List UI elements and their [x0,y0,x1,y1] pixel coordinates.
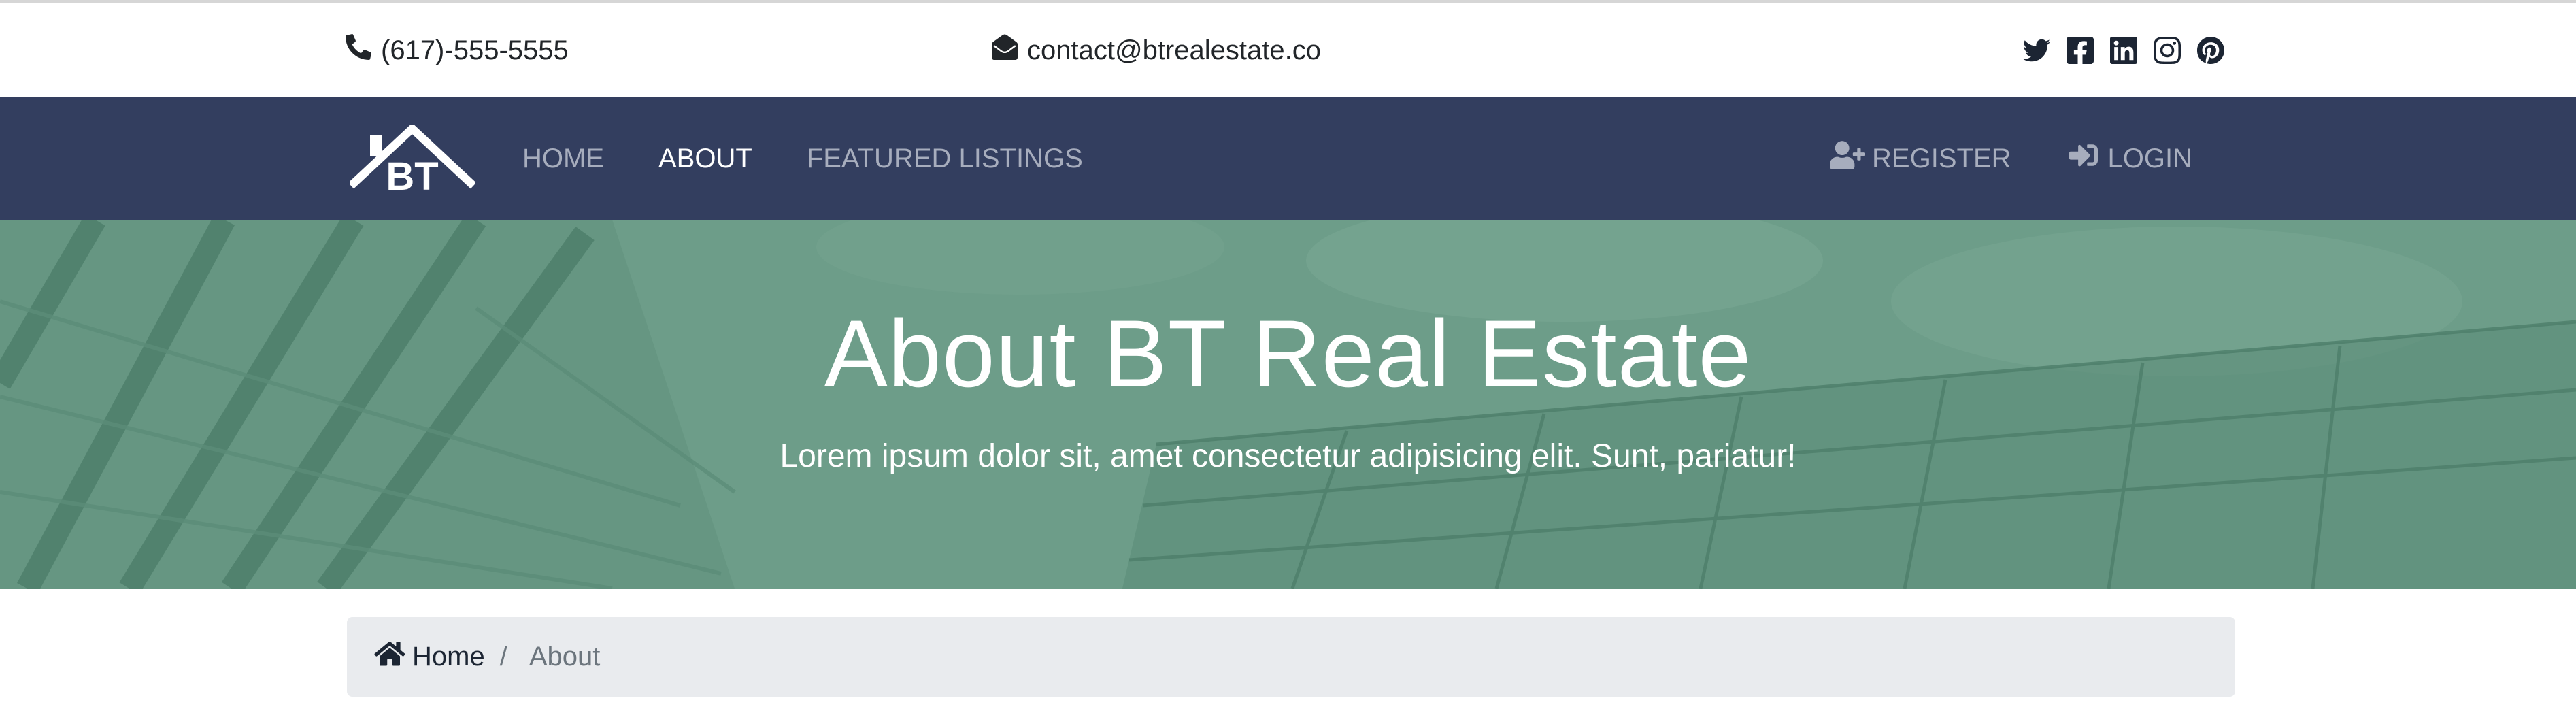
breadcrumb-home-label: Home [412,642,485,672]
login-link[interactable]: LOGIN [2066,141,2192,176]
user-plus-icon [1830,141,1872,176]
breadcrumb-home-link[interactable]: Home [374,640,485,674]
nav-links: HOME ABOUT FEATURED LISTINGS [522,97,1083,220]
social-links [2023,3,2224,97]
auth-links: REGISTER LOGIN [1830,97,2192,220]
nav-home-link[interactable]: HOME [522,144,604,174]
hero-subtitle: Lorem ipsum dolor sit, amet consectetur … [780,438,1796,474]
brand-logo[interactable]: BT [348,122,477,199]
phone-icon [346,34,381,67]
linkedin-icon[interactable] [2110,37,2137,64]
nav-featured-listings-link[interactable]: FEATURED LISTINGS [807,144,1083,174]
register-label: REGISTER [1872,143,2011,173]
instagram-icon[interactable] [2154,37,2181,64]
top-contact-bar: (617)-555-5555 contact@btrealestate.co [0,3,2576,97]
login-label: LOGIN [2107,143,2192,173]
breadcrumb: Home / About [347,617,2235,697]
svg-text:BT: BT [386,154,438,193]
envelope-open-icon [992,34,1027,67]
register-link[interactable]: REGISTER [1830,141,2011,176]
email-contact[interactable]: contact@btrealestate.co [992,3,1321,97]
twitter-icon[interactable] [2023,37,2050,64]
hero-title: About BT Real Estate [824,300,1752,407]
breadcrumb-separator: / [499,642,507,672]
home-icon [374,640,412,674]
facebook-icon[interactable] [2067,37,2094,64]
nav-about-link[interactable]: ABOUT [658,144,752,174]
hero-banner: About BT Real Estate Lorem ipsum dolor s… [0,220,2576,589]
email-address: contact@btrealestate.co [1027,35,1321,65]
pinterest-icon[interactable] [2197,37,2224,64]
phone-number: (617)-555-5555 [381,35,569,65]
phone-contact[interactable]: (617)-555-5555 [346,3,569,97]
sign-in-icon [2066,141,2108,176]
breadcrumb-current: About [529,642,601,672]
